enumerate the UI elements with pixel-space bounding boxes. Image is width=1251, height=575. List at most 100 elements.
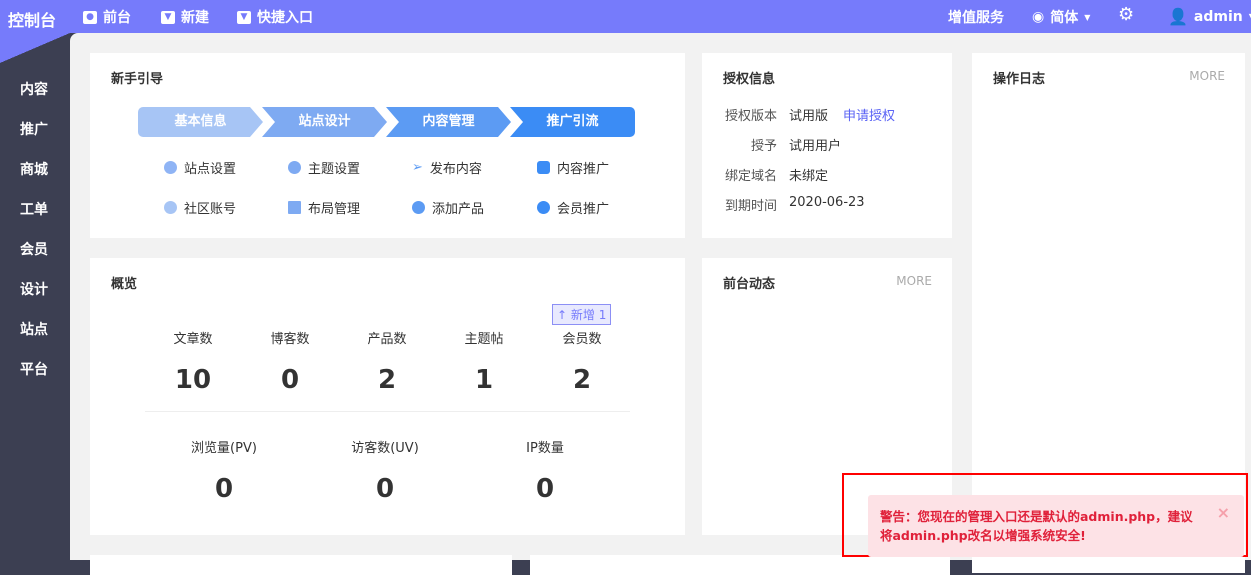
sidebar-item-mall[interactable]: 商城 (20, 159, 48, 179)
guide-add-product[interactable]: 添加产品 (412, 198, 484, 217)
stat-products: 产品数 2 (337, 328, 437, 395)
nav-label: 快捷入口 (257, 10, 313, 26)
award-icon (412, 201, 425, 214)
stat-value: 0 (535, 474, 555, 504)
stat-pv: 浏览量(PV) 0 (174, 437, 274, 504)
guide-label: 社区账号 (184, 202, 237, 217)
caret-icon: ▼ (1084, 12, 1091, 22)
card-title: 操作日志 (993, 72, 1046, 87)
stat-value: 2 (377, 365, 397, 395)
sidebar-item-content[interactable]: 内容 (20, 79, 48, 99)
stat-label: 主题帖 (464, 332, 504, 347)
nav-label: 新建 (181, 10, 209, 26)
stat-value: 10 (174, 365, 212, 395)
stat-label: IP数量 (526, 441, 564, 456)
guide-community[interactable]: 社区账号 (164, 198, 236, 217)
vip-icon (537, 201, 550, 214)
stat-uv: 访客数(UV) 0 (335, 437, 435, 504)
apply-license-link[interactable]: 申请授权 (843, 105, 895, 124)
more-link[interactable]: MORE (1189, 69, 1225, 83)
guide-layout[interactable]: 布局管理 (288, 198, 360, 217)
stat-label: 文章数 (173, 332, 213, 347)
step-promotion[interactable]: 推广引流 (510, 107, 635, 137)
close-icon[interactable]: × (1217, 503, 1230, 522)
logo[interactable]: 控制台 (8, 7, 56, 31)
license-value: 试用版 (789, 109, 829, 124)
sidebar-item-members[interactable]: 会员 (20, 239, 48, 259)
warning-highlight: 警告：您现在的管理入口还是默认的admin.php，建议将admin.php改名… (842, 473, 1248, 557)
caret-down-icon: ▼ (161, 10, 175, 24)
warning-text: 警告：您现在的管理入口还是默认的admin.php，建议将admin.php改名… (880, 509, 1193, 543)
speaker-icon (537, 161, 550, 174)
sidebar-item-design[interactable]: 设计 (20, 279, 48, 299)
license-card: 授权信息 授权版本 试用版 申请授权 授予 试用用户 绑定域名 未绑定 到期时间… (702, 53, 952, 238)
stat-value: 1 (474, 365, 494, 395)
guide-theme-settings[interactable]: 主题设置 (288, 158, 360, 177)
settings-gear-icon[interactable]: ⚙ (1118, 4, 1134, 25)
sidebar-item-platform[interactable]: 平台 (20, 359, 48, 379)
badge-text: 新增 1 (570, 308, 607, 322)
divider (145, 411, 630, 412)
license-label: 授权版本 (724, 109, 777, 124)
overview-card: 概览 ↑ 新增 1 文章数 10 博客数 0 产品数 2 主题帖 1 会员数 2 浏览量(… (90, 258, 685, 535)
bottom-card-left (90, 555, 512, 575)
stat-value: 0 (280, 365, 300, 395)
guide-publish[interactable]: ➢ 发布内容 (412, 158, 482, 177)
palette-icon (288, 161, 301, 174)
guide-label: 发布内容 (429, 162, 482, 177)
user-menu[interactable]: 👤admin▼ (1168, 7, 1251, 26)
nav-new[interactable]: ▼ 新建 (161, 7, 209, 27)
sidebar-item-site[interactable]: 站点 (20, 319, 48, 339)
stat-members: 会员数 2 (532, 328, 632, 395)
language-select[interactable]: ◉ 简体 ▼ (1032, 7, 1090, 27)
stat-blogs: 博客数 0 (240, 328, 340, 395)
new-badge: ↑ 新增 1 (552, 304, 612, 325)
location-icon (164, 161, 177, 174)
guide-label: 主题设置 (308, 162, 361, 177)
guide-label: 添加产品 (432, 202, 485, 217)
guide-content-promo[interactable]: 内容推广 (537, 158, 609, 177)
guide-label: 布局管理 (308, 202, 361, 217)
sidebar-item-promotion[interactable]: 推广 (20, 119, 48, 139)
license-value: 试用用户 (789, 139, 842, 154)
guide-steps: 基本信息 站点设计 内容管理 推广引流 (138, 107, 635, 137)
nav-shortcut[interactable]: ▼ 快捷入口 (237, 7, 313, 27)
stat-articles: 文章数 10 (143, 328, 243, 395)
send-icon: ➢ (412, 160, 423, 175)
stat-value: 0 (214, 474, 234, 504)
stat-label: 会员数 (562, 332, 602, 347)
stat-ip: IP数量 0 (495, 437, 595, 504)
license-value: 2020-06-23 (789, 195, 865, 210)
stat-label: 访客数(UV) (351, 441, 419, 456)
card-title: 新手引导 (111, 72, 164, 87)
license-label: 授予 (750, 139, 777, 154)
guide-member-promo[interactable]: 会员推广 (537, 198, 609, 217)
user-icon: 👤 (1168, 7, 1188, 26)
stat-label: 产品数 (367, 332, 407, 347)
sidebar-decoration (0, 33, 70, 63)
warning-alert: 警告：您现在的管理入口还是默认的admin.php，建议将admin.php改名… (868, 495, 1244, 557)
stat-threads: 主题帖 1 (434, 328, 534, 395)
layout-icon (288, 201, 301, 214)
nav-frontend[interactable]: ● 前台 (83, 7, 131, 27)
guide-label: 会员推广 (557, 202, 610, 217)
guide-label: 内容推广 (557, 162, 610, 177)
chat-icon (164, 201, 177, 214)
stat-label: 博客数 (270, 332, 310, 347)
more-link[interactable]: MORE (896, 274, 932, 288)
guide-site-settings[interactable]: 站点设置 (164, 158, 236, 177)
top-bar: 控制台 ● 前台 ▼ 新建 ▼ 快捷入口 增值服务 ◉ 简体 ▼ ⚙ 👤 admin ▼ (0, 0, 1251, 33)
sidebar-item-tickets[interactable]: 工单 (20, 199, 48, 219)
stat-value: 2 (572, 365, 592, 395)
step-site-design[interactable]: 站点设计 (262, 107, 387, 137)
step-content[interactable]: 内容管理 (386, 107, 511, 137)
caret-down-icon: ▼ (237, 10, 251, 24)
value-service-link[interactable]: 增值服务 (948, 7, 1004, 27)
license-value: 未绑定 (789, 169, 829, 184)
sidebar: 内容 推广 商城 工单 会员 设计 站点 平台 (0, 33, 70, 560)
eye-icon: ● (83, 10, 97, 24)
stat-value: 0 (375, 474, 395, 504)
license-label: 到期时间 (724, 199, 777, 214)
step-basic-info[interactable]: 基本信息 (138, 107, 263, 137)
username: admin (1193, 8, 1243, 25)
